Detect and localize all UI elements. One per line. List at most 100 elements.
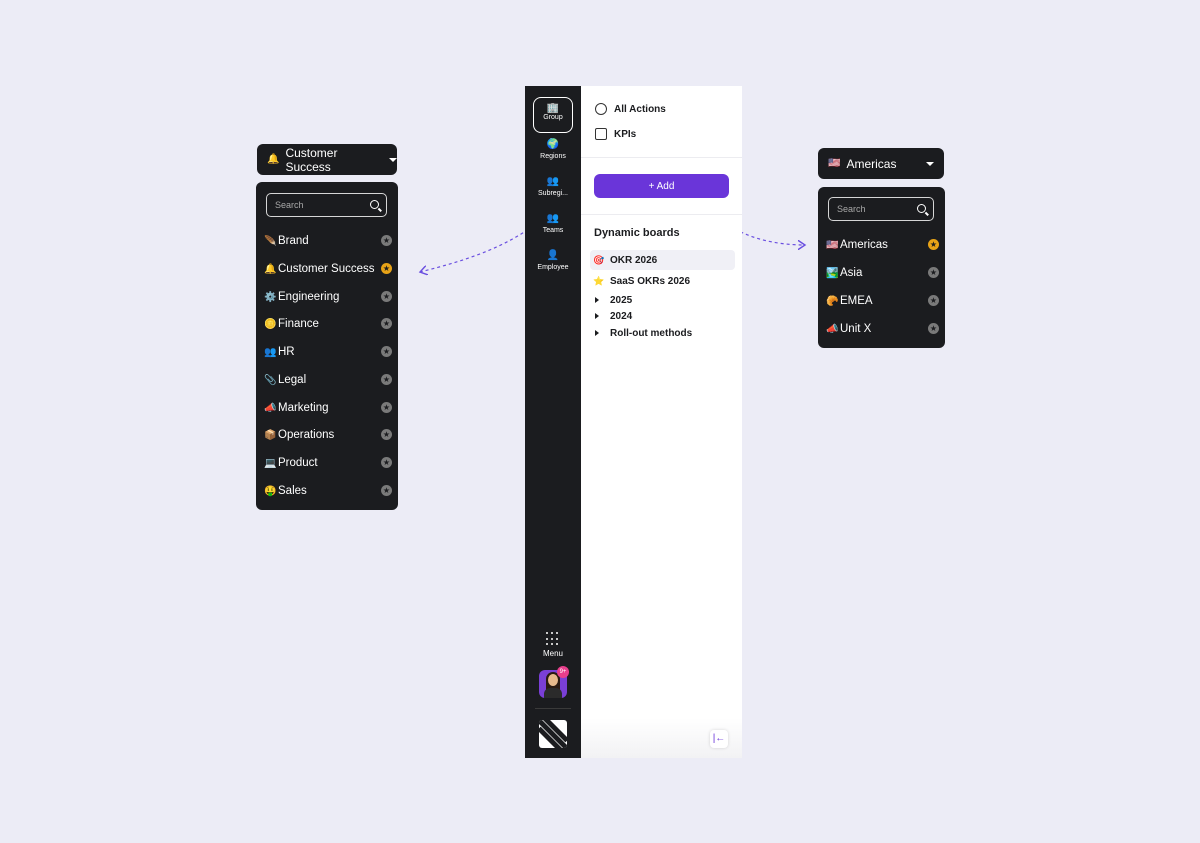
star-icon[interactable]: ★ [928, 323, 939, 334]
board-label: Roll-out methods [610, 327, 693, 339]
region-selector-trigger[interactable]: 🇺🇸 Americas [818, 148, 944, 179]
team-search-input[interactable]: Search [266, 193, 387, 217]
board-label: 2025 [610, 294, 633, 306]
chevron-down-icon [926, 161, 934, 166]
team-item-legal[interactable]: 📎 Legal ★ [264, 369, 392, 391]
item-emoji: 👥 [264, 346, 277, 358]
star-icon[interactable]: ★ [928, 295, 939, 306]
star-icon[interactable]: ★ [928, 239, 939, 250]
rail-item-label: Employee [537, 264, 569, 271]
rail-item-label: Group [543, 114, 563, 121]
check-circle-icon [595, 103, 607, 115]
star-icon[interactable]: ★ [381, 485, 392, 496]
nav-all-actions[interactable]: All Actions [595, 103, 666, 115]
team-dropdown-panel: Search 🪶 Brand ★ 🔔 Customer Success ★ ⚙️… [256, 182, 398, 510]
people-icon: 👥 [546, 213, 560, 224]
region-item-unit-x[interactable]: 📣 Unit X ★ [826, 318, 939, 340]
rail-item-regions[interactable]: 🌍 Regions [525, 139, 581, 160]
region-search-input[interactable]: Search [828, 197, 934, 221]
item-label: Brand [278, 235, 309, 247]
board-item-saas-okrs-2026[interactable]: ⭐ SaaS OKRs 2026 [590, 271, 735, 291]
item-emoji: 🥐 [826, 295, 839, 307]
star-icon[interactable]: ★ [381, 291, 392, 302]
item-emoji: 💻 [264, 457, 277, 469]
item-label: Unit X [840, 323, 872, 335]
star-icon[interactable]: ★ [381, 429, 392, 440]
board-item-okr-2026[interactable]: 🎯 OKR 2026 [590, 250, 735, 270]
item-emoji: 📣 [826, 323, 839, 335]
nav-kpis[interactable]: KPIs [595, 128, 636, 140]
rail-item-subregions[interactable]: 👥 Subregi... [525, 176, 581, 197]
item-label: Americas [840, 239, 888, 251]
caret-right-icon [593, 330, 610, 336]
caret-right-icon [593, 297, 610, 303]
item-emoji: 📎 [264, 374, 277, 386]
team-item-product[interactable]: 💻 Product ★ [264, 452, 392, 474]
collapse-sidebar-icon[interactable]: |← [710, 730, 728, 748]
item-emoji: 🤑 [264, 485, 277, 497]
divider [581, 157, 742, 158]
board-label: OKR 2026 [610, 254, 658, 266]
region-selected-label: Americas [846, 156, 897, 171]
star-icon[interactable]: ★ [381, 235, 392, 246]
star-icon[interactable]: ★ [381, 318, 392, 329]
team-item-sales[interactable]: 🤑 Sales ★ [264, 480, 392, 502]
star-icon[interactable]: ★ [381, 374, 392, 385]
team-item-brand[interactable]: 🪶 Brand ★ [264, 230, 392, 252]
item-emoji: ⚙️ [264, 291, 277, 303]
globe-icon: 🌍 [546, 139, 560, 150]
notification-badge: 9+ [557, 666, 569, 678]
team-item-customer-success[interactable]: 🔔 Customer Success ★ [264, 258, 392, 280]
team-item-finance[interactable]: 🪙 Finance ★ [264, 313, 392, 335]
star-icon[interactable]: ★ [381, 263, 392, 274]
menu-grid-icon[interactable] [546, 632, 560, 646]
team-search-placeholder: Search [275, 200, 304, 210]
board-label: SaaS OKRs 2026 [610, 275, 691, 287]
region-item-asia[interactable]: 🏞️ Asia ★ [826, 262, 939, 284]
team-item-hr[interactable]: 👥 HR ★ [264, 341, 392, 363]
menu-label[interactable]: Menu [525, 649, 581, 658]
item-emoji: 🪙 [264, 318, 277, 330]
team-item-engineering[interactable]: ⚙️ Engineering ★ [264, 286, 392, 308]
item-label: Customer Success [278, 263, 375, 275]
star-icon[interactable]: ★ [381, 346, 392, 357]
search-icon [370, 200, 379, 209]
item-label: HR [278, 346, 295, 358]
building-icon: 🏢 [546, 103, 560, 114]
star-icon[interactable]: ★ [381, 402, 392, 413]
nav-label: KPIs [614, 128, 637, 140]
rail-item-employee[interactable]: 👤 Employee [525, 250, 581, 271]
star-icon[interactable]: ★ [928, 267, 939, 278]
add-button[interactable]: + Add [594, 174, 729, 198]
item-emoji: 🔔 [264, 263, 277, 275]
rail-divider [535, 708, 571, 709]
team-selected-label: Customer Success [285, 145, 338, 174]
item-emoji: 🪶 [264, 235, 277, 247]
region-item-emea[interactable]: 🥐 EMEA ★ [826, 290, 939, 312]
navigation-rail: 🏢 Group 🌍 Regions 👥 Subregi... 👥 Teams 👤… [525, 86, 581, 758]
region-dropdown-panel: Search 🇺🇸 Americas ★ 🏞️ Asia ★ 🥐 EMEA ★ … [818, 187, 945, 348]
star-icon[interactable]: ★ [381, 457, 392, 468]
rail-item-group[interactable]: 🏢 Group [533, 97, 573, 133]
team-item-marketing[interactable]: 📣 Marketing ★ [264, 397, 392, 419]
item-emoji: 🇺🇸 [826, 239, 839, 251]
team-selector-trigger[interactable]: 🔔 Customer Success [257, 144, 397, 175]
item-label: Marketing [278, 402, 329, 414]
rail-item-teams[interactable]: 👥 Teams [525, 213, 581, 234]
board-folder-roll-out-methods[interactable]: Roll-out methods [590, 323, 735, 343]
nav-label: All Actions [614, 103, 666, 115]
team-item-operations[interactable]: 📦 Operations ★ [264, 424, 392, 446]
region-item-americas[interactable]: 🇺🇸 Americas ★ [826, 234, 939, 256]
item-label: Asia [840, 267, 863, 279]
board-label: 2024 [610, 310, 633, 322]
team-selected-emoji: 🔔 [267, 154, 280, 165]
app-logo[interactable] [539, 720, 567, 748]
item-emoji: 📦 [264, 429, 277, 441]
item-label: Legal [278, 374, 307, 386]
item-label: EMEA [840, 295, 873, 307]
item-emoji: 📣 [264, 402, 277, 414]
caret-right-icon [593, 313, 610, 319]
chevron-down-icon [389, 157, 397, 162]
item-label: Operations [278, 429, 335, 441]
divider [581, 214, 742, 215]
